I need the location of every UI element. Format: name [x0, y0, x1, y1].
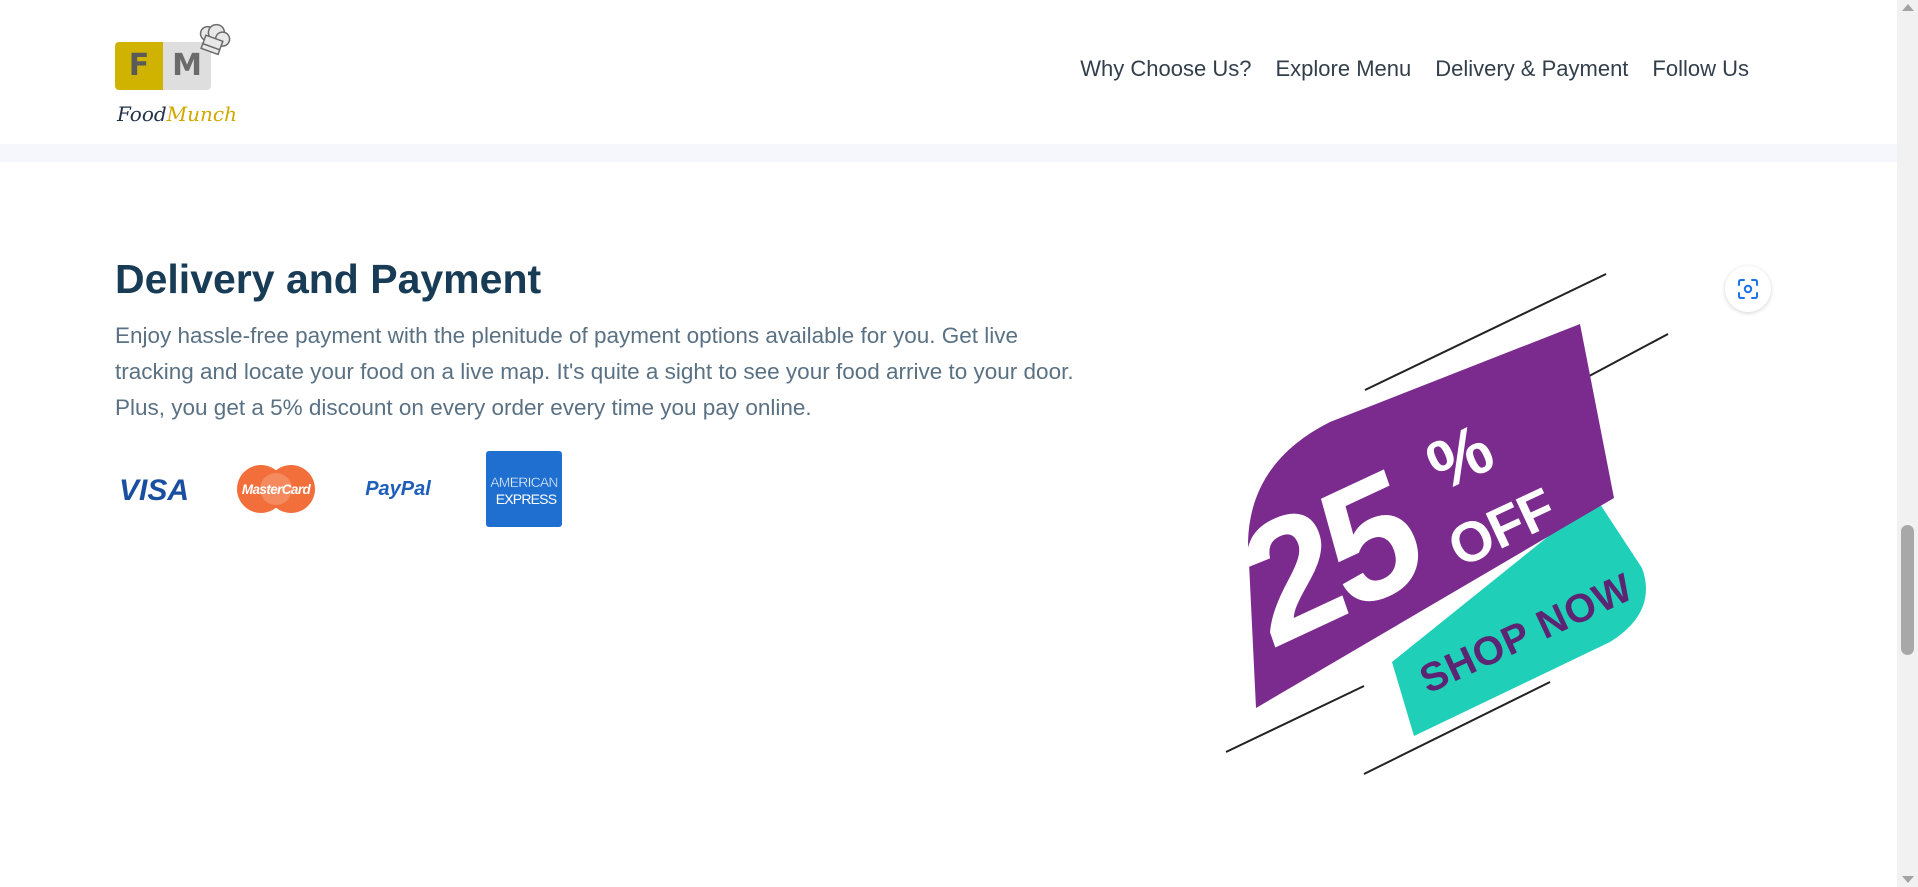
nav-link-follow-us[interactable]: Follow Us — [1652, 56, 1749, 82]
visa-card-icon: VISA — [115, 451, 193, 527]
image-search-icon — [1738, 279, 1758, 299]
navbar-divider — [0, 144, 1897, 162]
amex-label-line2: EXPRESS — [496, 491, 557, 507]
navbar: F M FoodMunch Why Choose Us? Explore Men… — [0, 0, 1897, 144]
nav-link-why-choose-us[interactable]: Why Choose Us? — [1080, 56, 1251, 82]
scroll-down-arrow-icon[interactable] — [1902, 876, 1914, 883]
payment-cards: VISA MasterCard PayPal AMERICAN EXPRESS — [115, 451, 575, 527]
mastercard-label: MasterCard — [242, 482, 312, 497]
logo-wordmark-food: Food — [117, 102, 167, 126]
paypal-label: PayPal — [365, 478, 431, 500]
chef-hat-icon — [199, 23, 231, 56]
logo-wordmark-munch: Munch — [166, 102, 237, 126]
mastercard-icon: MasterCard — [237, 451, 315, 527]
visa-card-label: VISA — [119, 474, 189, 507]
logo-wordmark: FoodMunch — [117, 102, 237, 126]
amex-label-line1: AMERICAN — [490, 474, 558, 490]
nav-links: Why Choose Us? Explore Menu Delivery & P… — [1080, 56, 1749, 82]
section-description: Enjoy hassle-free payment with the pleni… — [115, 323, 1074, 420]
scroll-up-arrow-icon[interactable] — [1902, 4, 1914, 11]
foodmunch-logo[interactable]: F M FoodMunch — [115, 22, 237, 130]
vertical-scrollbar[interactable] — [1897, 0, 1918, 887]
nav-link-explore-menu[interactable]: Explore Menu — [1275, 56, 1411, 82]
scrollbar-thumb[interactable] — [1901, 525, 1914, 655]
nav-link-delivery-payment[interactable]: Delivery & Payment — [1435, 56, 1628, 82]
logo-letter-f: F — [115, 42, 163, 90]
paypal-icon: PayPal — [360, 451, 438, 527]
american-express-icon: AMERICAN EXPRESS — [486, 451, 562, 527]
section-title: Delivery and Payment — [115, 256, 542, 302]
image-search-lens-button[interactable] — [1725, 266, 1771, 312]
promo-discount-graphic: 25 % OFF SHOP NOW — [1220, 273, 1669, 775]
